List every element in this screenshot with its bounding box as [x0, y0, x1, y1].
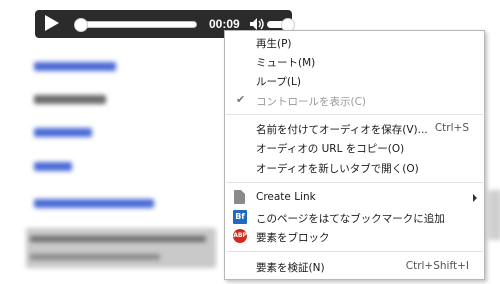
blurred-line [30, 236, 206, 242]
menu-item-label: このページをはてなブックマークに追加 [256, 213, 445, 225]
menu-item-copy-audio-url[interactable]: オーディオの URL をコピー(O) [225, 138, 484, 158]
menu-item-play[interactable]: 再生(P) [225, 33, 484, 53]
menu-item-block-element[interactable]: ABP 要素をブロック [225, 227, 484, 247]
menu-item-save-audio[interactable]: 名前を付けてオーディオを保存(V)... Ctrl+S [225, 119, 484, 139]
menu-item-label: 要素を検証(N) [256, 262, 325, 274]
context-menu: 再生(P) ミュート(M) ループ(L) ✔ コントロールを表示(C) 名前を付… [224, 30, 485, 280]
blurred-right-panel [488, 190, 500, 240]
blurred-link [34, 128, 92, 137]
menu-item-label: 名前を付けてオーディオを保存(V)... [256, 124, 428, 136]
menu-item-label: ループ(L) [256, 76, 301, 88]
menu-item-inspect-element[interactable]: 要素を検証(N) Ctrl+Shift+I [225, 257, 484, 277]
blurred-link [34, 199, 154, 208]
menu-item-open-audio-new-tab[interactable]: オーディオを新しいタブで開く(O) [225, 158, 484, 178]
hatena-bookmark-icon: Bf [233, 210, 247, 224]
blurred-link [34, 62, 116, 71]
adblock-plus-icon: ABP [233, 229, 247, 243]
menu-item-label: コントロールを表示(C) [256, 96, 367, 108]
menu-separator [226, 251, 483, 252]
menu-item-label: ミュート(M) [256, 57, 316, 69]
menu-item-mute[interactable]: ミュート(M) [225, 52, 484, 72]
menu-item-label: 要素をブロック [256, 232, 330, 244]
seek-thumb[interactable] [74, 18, 88, 32]
menu-item-label: 再生(P) [256, 38, 292, 50]
menu-item-label: オーディオの URL をコピー(O) [256, 143, 405, 155]
blurred-text [34, 95, 106, 104]
time-display: 00:09 [209, 17, 240, 31]
menu-separator [226, 182, 483, 183]
play-icon[interactable] [45, 15, 59, 31]
seek-bar[interactable] [77, 21, 197, 28]
menu-item-loop[interactable]: ループ(L) [225, 71, 484, 91]
menu-item-hatena-bookmark[interactable]: Bf このページをはてなブックマークに追加 [225, 208, 484, 228]
menu-item-show-controls: ✔ コントロールを表示(C) [225, 91, 484, 111]
menu-item-label: Create Link [256, 191, 316, 203]
menu-item-label: オーディオを新しいタブで開く(O) [256, 163, 419, 175]
document-icon [234, 190, 245, 204]
menu-item-create-link[interactable]: Create Link [225, 188, 484, 208]
blurred-link [34, 162, 72, 171]
menu-item-shortcut: Ctrl+Shift+I [405, 260, 469, 272]
menu-item-shortcut: Ctrl+S [434, 122, 469, 134]
checkmark-icon: ✔ [236, 93, 246, 106]
blurred-paragraph [26, 228, 216, 268]
menu-separator [226, 114, 483, 115]
blurred-line [30, 254, 160, 260]
submenu-arrow-icon [473, 194, 477, 202]
